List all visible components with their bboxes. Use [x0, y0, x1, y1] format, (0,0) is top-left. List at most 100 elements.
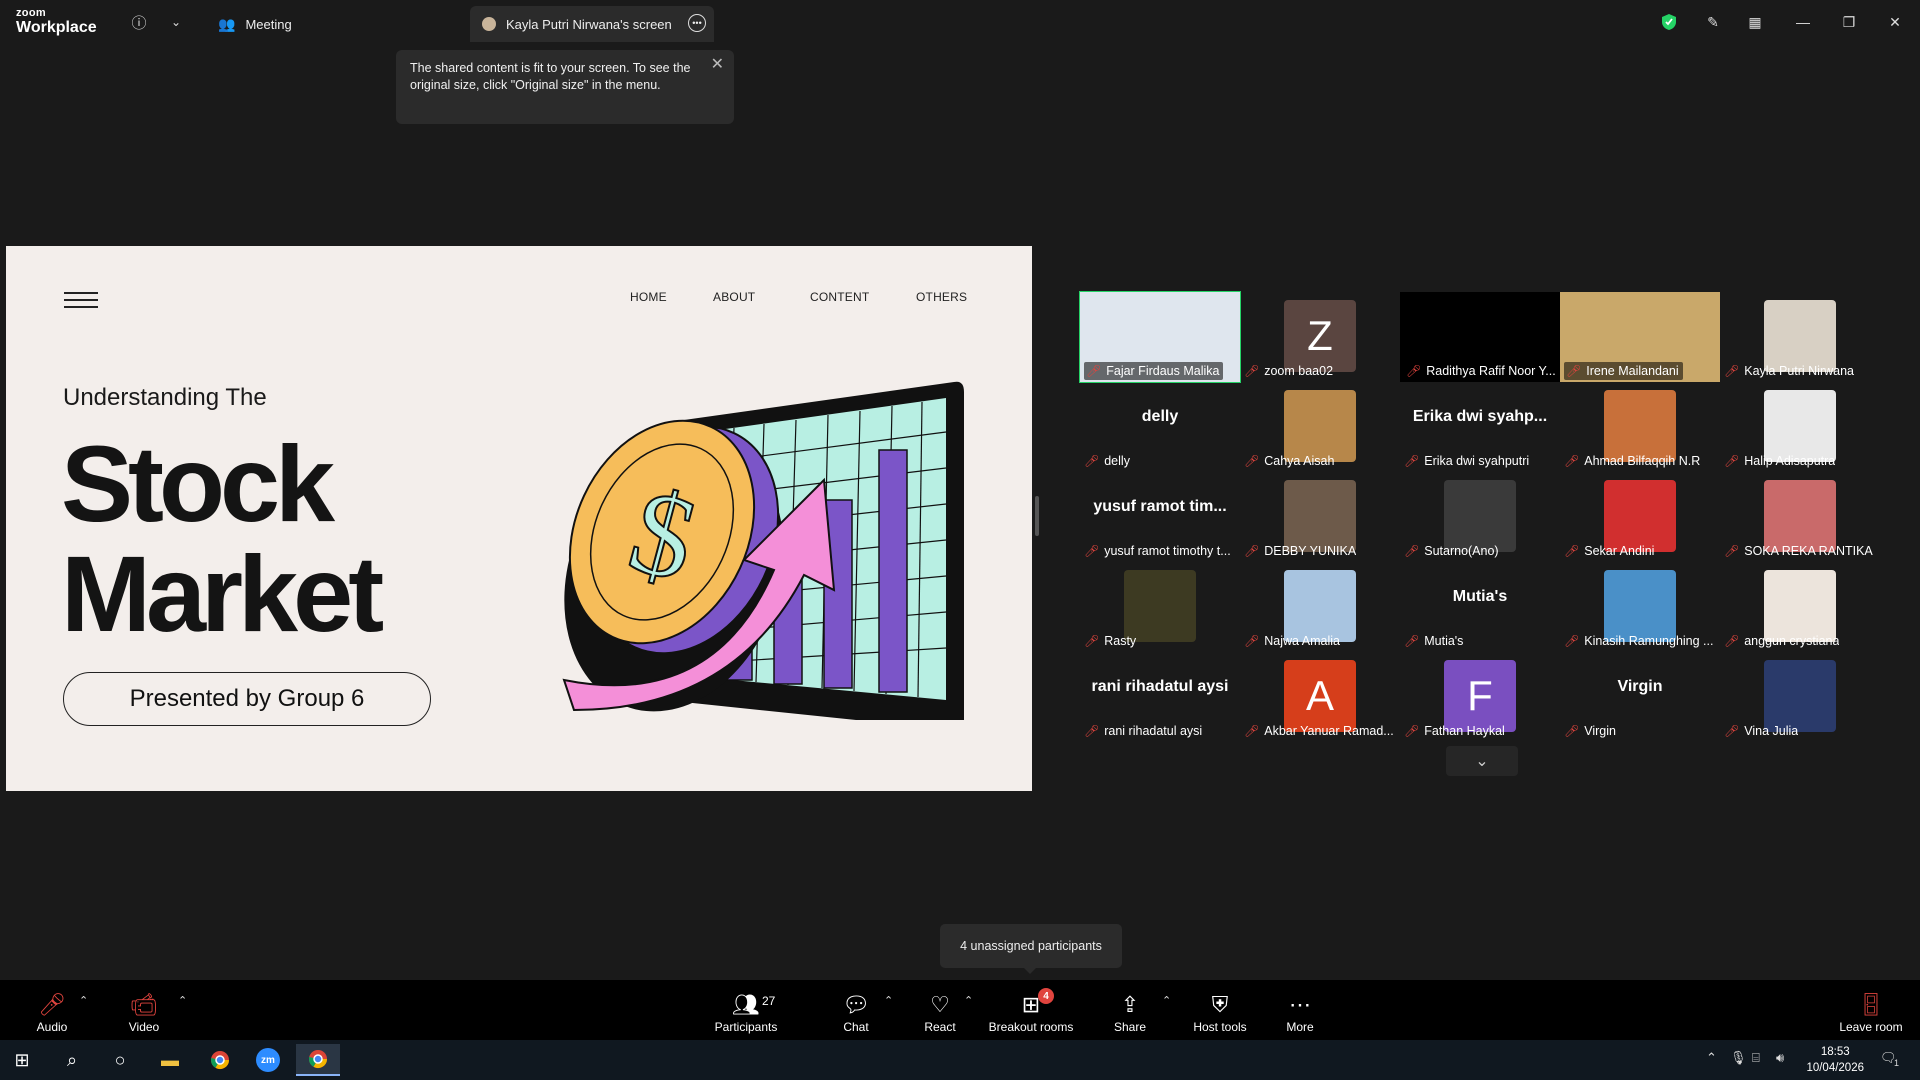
host-tools-button[interactable]: ⛨ Host tools	[1190, 980, 1250, 1040]
participant-tile[interactable]: 🎤︎ Ahmad Bilfaqqih N.R	[1560, 382, 1720, 472]
participant-tile[interactable]: 🎤︎ anggun crystiana	[1720, 562, 1880, 652]
network-icon[interactable]: ⌸	[1752, 1050, 1760, 1066]
muted-mic-icon: 🎤︎	[1564, 454, 1580, 468]
file-explorer-icon[interactable]: ▬	[148, 1044, 192, 1076]
participant-tile[interactable]: 🎤︎ Sutarno(Ano)	[1400, 472, 1560, 562]
microphone-tray-icon[interactable]: 🎙︎	[1730, 1050, 1747, 1066]
close-notice-icon[interactable]: ✕	[711, 56, 724, 73]
participant-tile[interactable]: Erika dwi syahp... 🎤︎ Erika dwi syahputri	[1400, 382, 1560, 472]
participant-tile[interactable]: A 🎤︎ Akbar Yanuar Ramad...	[1240, 652, 1400, 742]
audio-button[interactable]: 🎤︎ Audio	[32, 980, 72, 1040]
participant-tile[interactable]: 🎤︎ Vina Julia	[1720, 652, 1880, 742]
participant-tile[interactable]: 🎤︎ Halip Adisaputra	[1720, 382, 1880, 472]
security-shield-icon[interactable]	[1654, 10, 1684, 34]
muted-mic-icon: 🎤︎	[1244, 454, 1260, 468]
participant-tile[interactable]: 🎤︎ SOKA REKA RANTIKA	[1720, 472, 1880, 562]
share-button[interactable]: ⇪ Share	[1110, 980, 1150, 1040]
participant-name: Sekar Andini	[1584, 544, 1655, 558]
participant-name-label: 🎤︎ yusuf ramot timothy t...	[1084, 542, 1231, 560]
share-label: Share	[1113, 1020, 1147, 1034]
muted-mic-icon: 🎤︎	[1404, 724, 1420, 738]
participant-tile[interactable]: Z 🎤︎ zoom baa02	[1240, 292, 1400, 382]
leave-room-button[interactable]: 🚪︎ Leave room	[1838, 980, 1904, 1040]
muted-mic-icon: 🎤︎	[1406, 364, 1422, 378]
muted-mic-icon: 🎤︎	[1084, 634, 1100, 648]
video-options-caret[interactable]: ⌃	[178, 994, 187, 1007]
search-icon[interactable]: ⌕	[50, 1044, 94, 1076]
tab-meeting[interactable]: 👥 Meeting	[212, 6, 462, 42]
slide-nav-others: OTHERS	[916, 290, 968, 304]
split-view-divider[interactable]	[1035, 496, 1039, 536]
participant-tile[interactable]: 🎤︎ Najwa Amalia	[1240, 562, 1400, 652]
participant-tile[interactable]: 🎤︎ Cahya Aisah	[1240, 382, 1400, 472]
participant-tile[interactable]: 🎤︎ Radithya Rafif Noor Y...	[1400, 292, 1560, 382]
participants-count: 27	[762, 994, 776, 1008]
react-options-caret[interactable]: ⌃	[964, 994, 973, 1007]
participant-name: Akbar Yanuar Ramad...	[1264, 724, 1394, 738]
participant-name-label: 🎤︎ Erika dwi syahputri	[1404, 452, 1529, 470]
muted-mic-icon: 🎤︎	[1084, 544, 1100, 558]
participant-tile[interactable]: 🎤︎ Kinasih Ramunghing ...	[1560, 562, 1720, 652]
info-icon[interactable]: ⓘ	[127, 10, 151, 34]
share-options-caret[interactable]: ⌃	[1162, 994, 1171, 1007]
task-view-icon[interactable]: ○	[98, 1044, 142, 1076]
participant-name: Kinasih Ramunghing ...	[1584, 634, 1714, 648]
participant-name-label: 🎤︎ Rasty	[1084, 632, 1136, 650]
participant-name: Cahya Aisah	[1264, 454, 1335, 468]
participant-tile[interactable]: Virgin 🎤︎ Virgin	[1560, 652, 1720, 742]
participant-name-label: 🎤︎ Najwa Amalia	[1244, 632, 1340, 650]
participant-name: zoom baa02	[1264, 364, 1334, 378]
chat-button[interactable]: 💬︎ Chat	[836, 980, 876, 1040]
participant-name-label: 🎤︎ Kinasih Ramunghing ...	[1564, 632, 1713, 650]
participant-tile[interactable]: 🎤︎ Irene Mailandani	[1560, 292, 1720, 382]
annotate-pen-icon[interactable]: ✎	[1698, 10, 1728, 34]
video-label: Video	[128, 1020, 160, 1034]
chat-options-caret[interactable]: ⌃	[884, 994, 893, 1007]
participant-tile[interactable]: 🎤︎ Rasty	[1080, 562, 1240, 652]
restore-button[interactable]: ❐	[1834, 10, 1864, 34]
participants-gallery: 🎤︎ Fajar Firdaus Malika Z 🎤︎ zoom baa02 🎤︎ Rad…	[1079, 291, 1880, 782]
muted-mic-icon: 🎤︎	[38, 992, 66, 1017]
breakout-rooms-button[interactable]: ⊞ Breakout rooms	[986, 980, 1076, 1040]
participants-icon: 👥︎	[732, 992, 760, 1017]
view-layout-icon[interactable]: ▦	[1740, 10, 1770, 34]
more-options-icon[interactable]: •••	[688, 14, 706, 32]
participant-name: Radithya Rafif Noor Y...	[1426, 364, 1556, 378]
chevron-down-icon[interactable]: ⌄	[164, 10, 188, 34]
exit-door-icon: 🚪︎	[1857, 992, 1885, 1017]
participant-tile[interactable]: 🎤︎ Kayla Putri Nirwana	[1720, 292, 1880, 382]
presenter-pill: Presented by Group 6	[63, 672, 431, 726]
windows-start-icon[interactable]: ⊞	[0, 1044, 44, 1076]
tab-shared-screen[interactable]: Kayla Putri Nirwana's screen •••	[470, 6, 714, 42]
muted-mic-icon: 🎤︎	[1404, 634, 1420, 648]
participant-tile[interactable]: F 🎤︎ Fathan Haykal	[1400, 652, 1560, 742]
participant-tile[interactable]: rani rihadatul aysi 🎤︎ rani rihadatul aysi	[1080, 652, 1240, 742]
chrome-active-icon[interactable]	[296, 1044, 340, 1076]
close-window-button[interactable]: ✕	[1880, 10, 1910, 34]
react-button[interactable]: ♡ React	[920, 980, 960, 1040]
system-clock[interactable]: 18:53 10/04/2026	[1806, 1044, 1864, 1076]
participant-tile[interactable]: 🎤︎ Fajar Firdaus Malika	[1079, 291, 1241, 383]
minimize-button[interactable]: —	[1788, 10, 1818, 34]
participants-button[interactable]: 👥︎ Participants	[710, 980, 782, 1040]
gallery-scroll-down-button[interactable]: ⌄	[1446, 746, 1518, 776]
tray-chevron-icon[interactable]: ⌃	[1706, 1050, 1717, 1066]
muted-mic-icon: 🎤︎	[1244, 544, 1260, 558]
leave-label: Leave room	[1839, 1020, 1903, 1034]
zoom-logo: zoom Workplace	[16, 8, 97, 36]
volume-icon[interactable]: 🔊︎	[1776, 1050, 1784, 1066]
participant-tile[interactable]: delly 🎤︎ delly	[1080, 382, 1240, 472]
video-button[interactable]: 📹︎ Video	[124, 980, 164, 1040]
participant-tile[interactable]: 🎤︎ DEBBY YUNIKA	[1240, 472, 1400, 562]
participant-tile[interactable]: yusuf ramot tim... 🎤︎ yusuf ramot timothy …	[1080, 472, 1240, 562]
zoom-taskbar-icon[interactable]: zm	[246, 1044, 290, 1076]
meeting-toolbar: 🎤︎ Audio ⌃ 📹︎ Video ⌃ 👥︎ Participants 27…	[0, 980, 1920, 1040]
muted-mic-icon: 🎤︎	[1086, 364, 1102, 378]
participant-name: DEBBY YUNIKA	[1264, 544, 1357, 558]
chrome-icon[interactable]	[198, 1044, 242, 1076]
participant-tile[interactable]: 🎤︎ Sekar Andini	[1560, 472, 1720, 562]
audio-options-caret[interactable]: ⌃	[79, 994, 88, 1007]
participant-name: Mutia's	[1424, 634, 1464, 648]
more-button[interactable]: ⋯ More	[1280, 980, 1320, 1040]
participant-tile[interactable]: Mutia's 🎤︎ Mutia's	[1400, 562, 1560, 652]
